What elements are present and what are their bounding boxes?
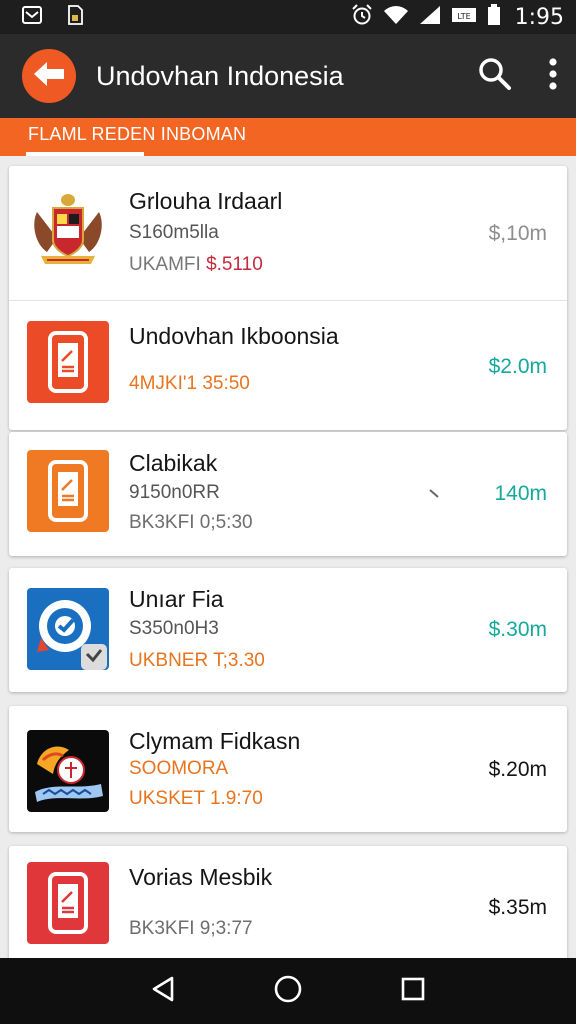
item-price: $.20m (488, 758, 547, 781)
garuda-emblem-icon (27, 730, 109, 812)
item-price: $.30m (488, 618, 547, 641)
phone-document-icon (27, 321, 109, 403)
home-circle-icon (273, 974, 303, 1009)
item-title: Grlouha Irdaarl (129, 188, 283, 214)
item-meta-value: $.5110 (206, 254, 263, 275)
app-bar: Undovhan Indonesia (0, 34, 576, 118)
overflow-menu-button[interactable] (548, 57, 558, 95)
nav-back-button[interactable] (133, 961, 193, 1021)
phone-document-icon (27, 450, 109, 532)
item-meta: 4MJKI'1 35:50 (129, 373, 250, 394)
list-item[interactable]: Vorias Mesbik BK3KFI 9;3:77 $.35m (9, 846, 567, 958)
tab-selected[interactable]: FLAML REDEN INBOMAN (28, 124, 246, 145)
back-triangle-icon (150, 975, 176, 1008)
item-price: 140m (494, 482, 547, 505)
search-icon (478, 57, 512, 96)
list-item[interactable]: Grlouha Irdaarl S160m5lla UKAMFI $.5110 … (9, 166, 567, 300)
search-button[interactable] (478, 57, 512, 96)
signal-icon (419, 5, 441, 30)
tab-bar: FLAML REDEN INBOMAN (0, 118, 576, 156)
back-arrow-icon (32, 59, 66, 94)
target-badge-icon (27, 588, 109, 670)
item-title: Clabikak (129, 450, 218, 476)
system-nav-bar (0, 958, 576, 1024)
item-price: $.35m (488, 896, 547, 919)
status-bar: LTE 1:95 (0, 0, 576, 34)
item-meta: UKBNER T;3.30 (129, 650, 265, 671)
item-title: Vorias Mesbik (129, 864, 273, 890)
battery-icon (487, 3, 501, 31)
coat-of-arms-icon (27, 188, 109, 270)
item-subtitle: S160m5lla (129, 222, 219, 243)
list-item[interactable]: Undovhan Ikboonsia 4MJKI'1 35:50 $2.0m (9, 301, 567, 430)
list-item[interactable]: Clymam Fidkasn SOOMORA UKSKET 1.9:70 $.2… (9, 706, 567, 832)
list-item[interactable]: Clabikak 9150n0RR BK3KFI 0;5:30 140m (9, 432, 567, 556)
card: Vorias Mesbik BK3KFI 9;3:77 $.35m (9, 846, 567, 958)
nav-home-button[interactable] (258, 961, 318, 1021)
more-vert-icon (548, 57, 558, 95)
page-title: Undovhan Indonesia (96, 60, 344, 91)
card: Clymam Fidkasn SOOMORA UKSKET 1.9:70 $.2… (9, 706, 567, 832)
wifi-icon (383, 5, 409, 30)
sim-icon (66, 4, 84, 30)
chevron-icon (429, 486, 441, 504)
item-subtitle: 9150n0RR (129, 482, 220, 503)
battery-label-icon: LTE (451, 6, 477, 29)
svg-text:LTE: LTE (457, 12, 470, 21)
back-button[interactable] (22, 49, 76, 103)
item-subtitle: SOOMORA (129, 758, 229, 779)
item-title: Unıar Fia (129, 586, 224, 612)
inbox-icon (22, 5, 42, 29)
nav-recents-button[interactable] (383, 961, 443, 1021)
card-group: Grlouha Irdaarl S160m5lla UKAMFI $.5110 … (9, 166, 567, 430)
phone-document-icon (27, 862, 109, 944)
item-meta: BK3KFI 9;3:77 (129, 918, 253, 939)
card: Unıar Fia S350n0H3 UKBNER T;3.30 $.30m (9, 568, 567, 692)
item-price: $2.0m (488, 355, 547, 378)
item-meta: BK3KFI 0;5:30 (129, 512, 253, 533)
item-price: $,10m (488, 222, 547, 245)
item-list: Grlouha Irdaarl S160m5lla UKAMFI $.5110 … (0, 156, 576, 958)
item-title: Undovhan Ikboonsia (129, 323, 339, 349)
list-item[interactable]: Unıar Fia S350n0H3 UKBNER T;3.30 $.30m (9, 568, 567, 692)
clock: 1:95 (514, 4, 564, 30)
item-subtitle: S350n0H3 (129, 618, 219, 639)
item-meta: UKAMFI $.5110 (129, 254, 263, 276)
alarm-icon (351, 3, 373, 31)
item-meta-label: UKAMFI (129, 254, 207, 275)
recents-square-icon (400, 976, 426, 1007)
item-title: Clymam Fidkasn (129, 728, 301, 754)
card: Clabikak 9150n0RR BK3KFI 0;5:30 140m (9, 432, 567, 556)
item-meta: UKSKET 1.9:70 (129, 788, 263, 809)
